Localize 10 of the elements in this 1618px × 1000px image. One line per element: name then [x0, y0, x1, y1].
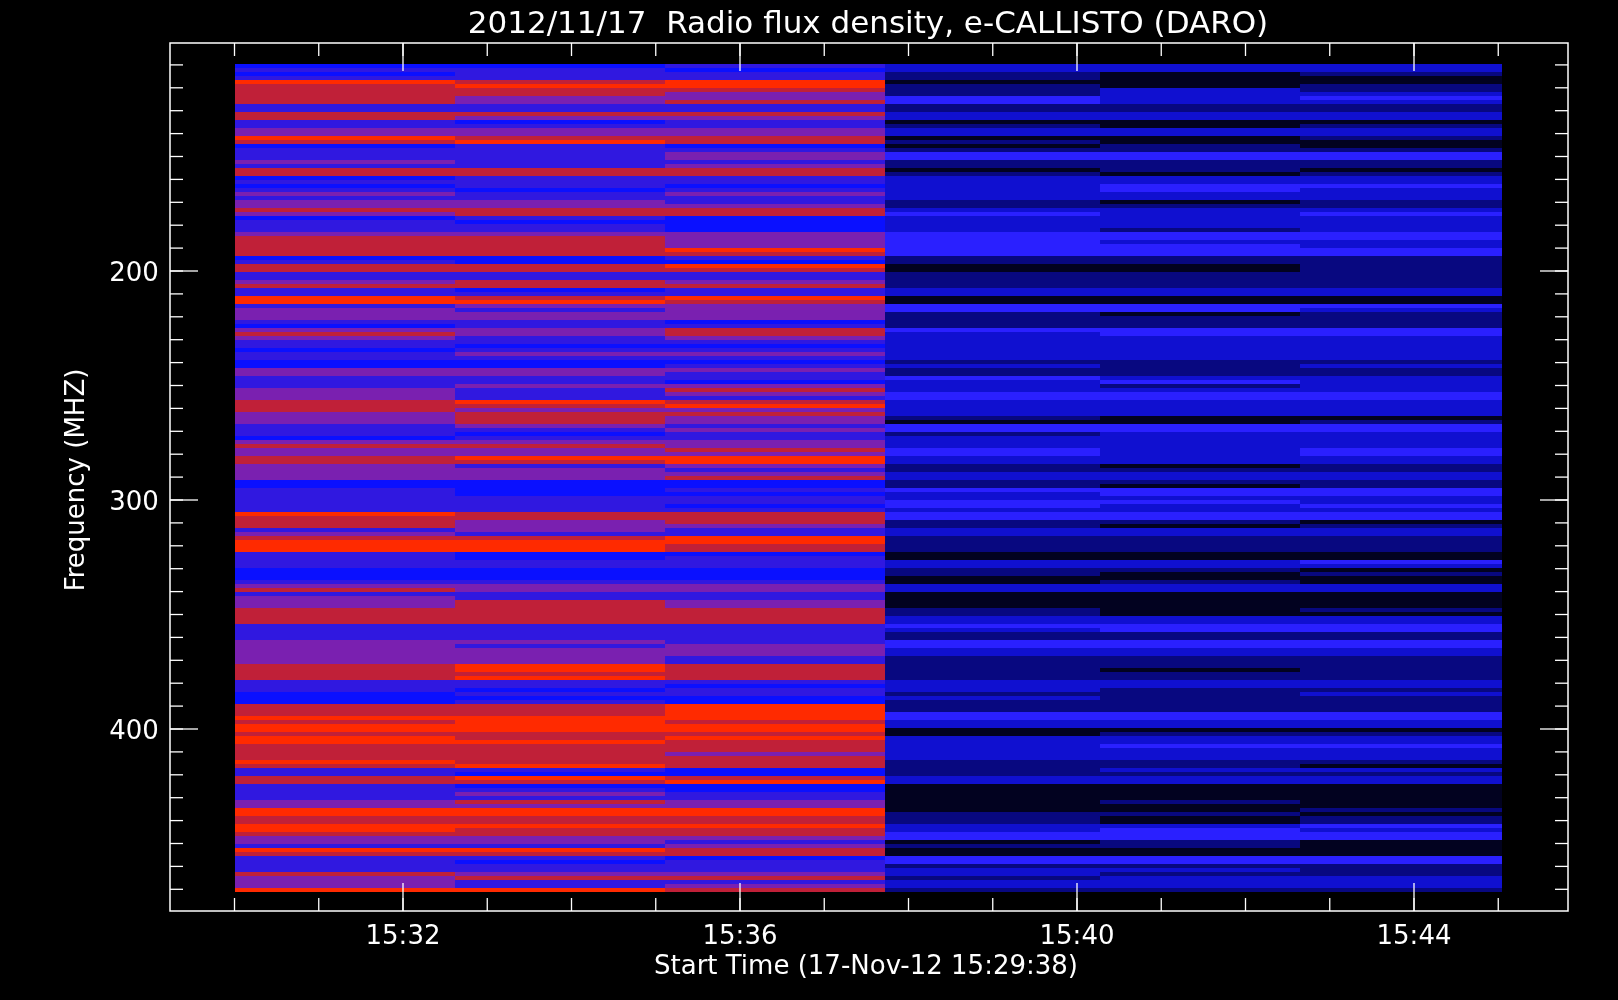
x-tick-label: 15:36	[702, 920, 778, 950]
plot-title: 2012/11/17 Radio flux density, e-CALLISTO (DARO)	[467, 4, 1269, 40]
y-tick-label: 400	[109, 715, 159, 745]
x-axis-label: Start Time (17-Nov-12 15:29:38)	[654, 950, 1078, 980]
x-tick-label: 15:44	[1376, 920, 1452, 950]
y-axis-label: Frequency (MHZ)	[60, 368, 90, 592]
x-tick-label: 15:40	[1039, 920, 1115, 950]
y-tick-label: 300	[109, 486, 159, 516]
x-tick-label: 15:32	[365, 920, 441, 950]
y-tick-label: 200	[109, 257, 159, 287]
